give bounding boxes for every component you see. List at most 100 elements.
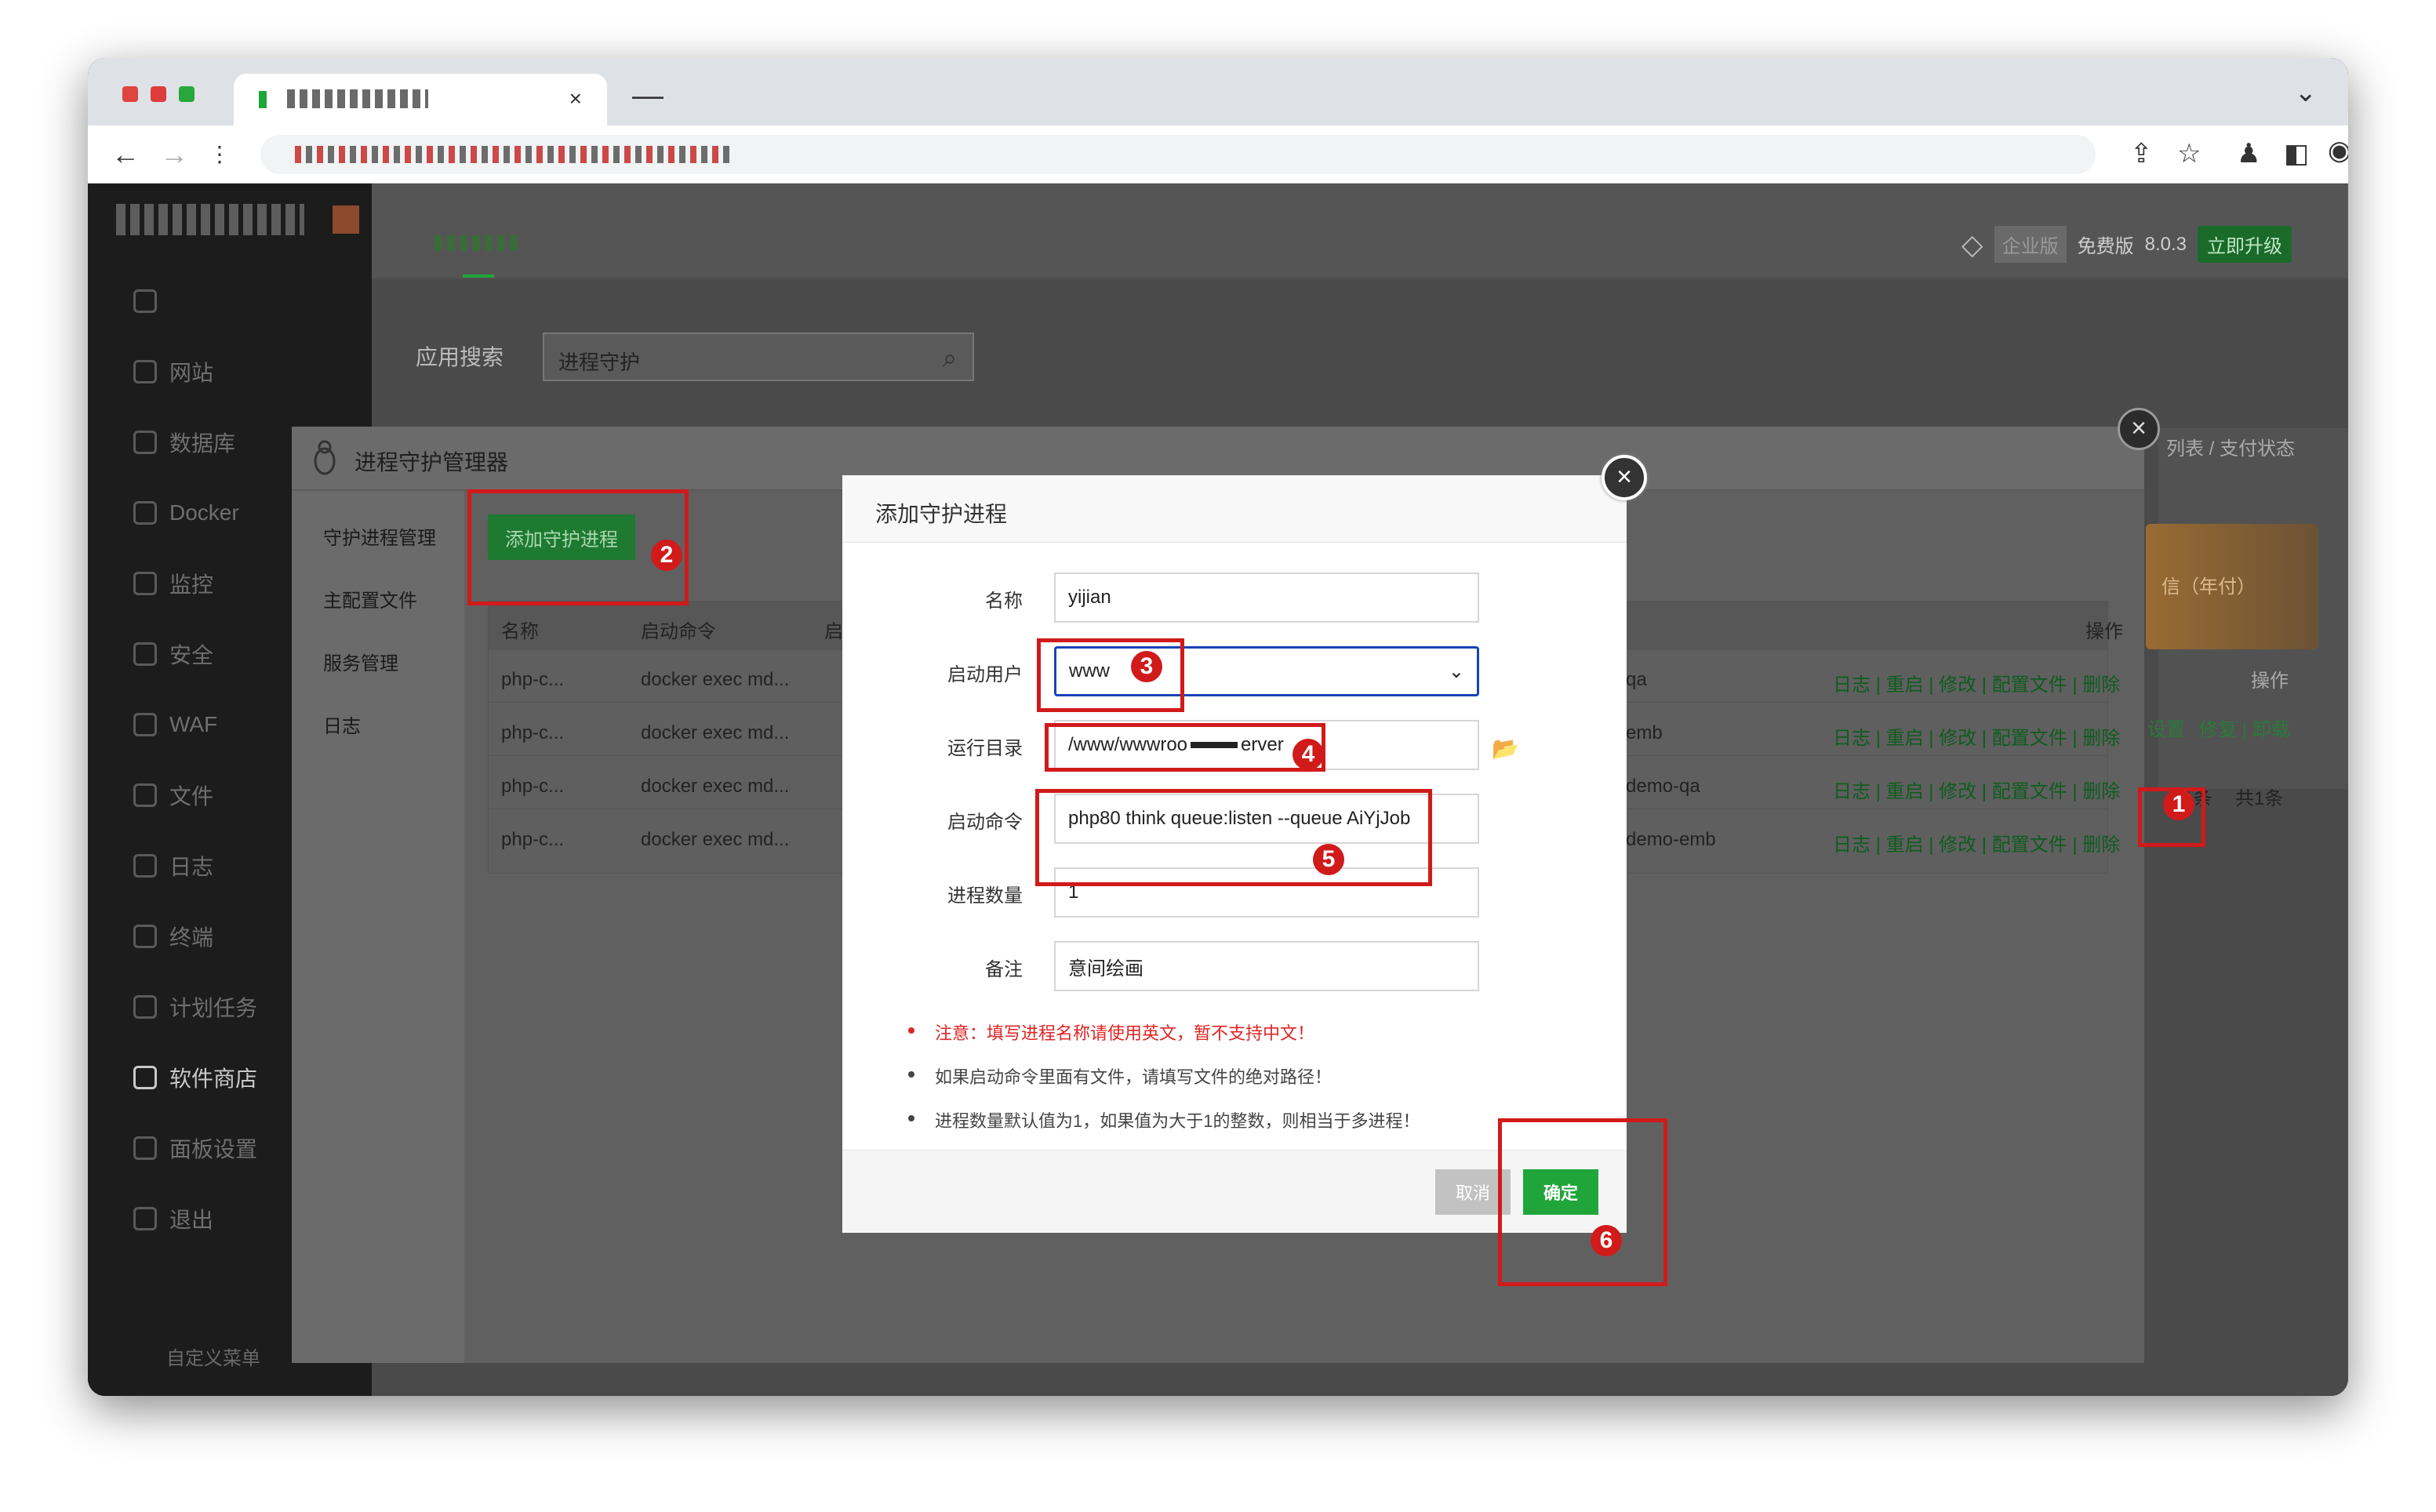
enterprise-badge[interactable]: 企业版 [1994,226,2067,263]
row-actions[interactable]: 日志 | 重启 | 修改 | 配置文件 | 删除 [1833,722,2120,750]
note-warning: 注意：填写进程名称请使用英文，暂不支持中文！ [908,1020,1420,1045]
row-actions[interactable]: 日志 | 重启 | 修改 | 配置文件 | 删除 [1833,829,2120,856]
window-controls [122,86,195,102]
sidebar-item-logs[interactable]: 日志 [133,850,213,881]
row-command: docker exec md... [641,776,790,797]
sidebar-item-files[interactable]: 文件 [133,780,213,811]
minimize-window-button[interactable] [151,86,166,102]
column-header-command: 启动命令 [641,621,716,642]
app-search-label: 应用搜索 [416,345,504,369]
upgrade-button[interactable]: 立即升级 [2198,226,2292,263]
sidebar-item-database[interactable]: 数据库 [133,427,235,458]
menu-item-main-config[interactable]: 主配置文件 [323,585,417,612]
address-bar[interactable] [260,135,2096,174]
name-input[interactable]: yijian [1054,572,1479,623]
highlight-box-3 [1037,638,1184,712]
search-icon[interactable]: ⌕ [943,343,957,373]
share-icon[interactable]: ⇪ [2130,138,2153,169]
sidebar-item-docker[interactable]: Docker [133,497,239,529]
pager-total: 共1条 [2235,788,2284,809]
sidebar-item-label: 文件 [169,784,214,809]
row-command: docker exec md... [641,722,790,743]
step-marker-6: 6 [1591,1225,1622,1256]
command-label: 启动命令 [947,812,1023,833]
name-label: 名称 [985,591,1023,612]
new-tab-button[interactable]: — [632,78,664,114]
side-panel-icon[interactable]: ◧ [2284,138,2309,169]
remark-input[interactable]: 意间绘画 [1054,941,1479,991]
column-header-third: 启 [824,621,843,642]
waf-shield-icon [133,713,157,736]
free-edition-label: 免费版 [2077,236,2134,257]
highlight-box-5 [1035,789,1432,886]
back-arrow-icon[interactable]: ← [111,138,140,171]
dir-label: 运行目录 [947,738,1023,759]
maximize-window-button[interactable] [179,86,195,102]
sidebar-item-logout[interactable]: 退出 [133,1203,213,1234]
row-actions[interactable]: 日志 | 重启 | 修改 | 配置文件 | 删除 [1833,669,2120,696]
name-value: yijian [1068,587,1111,608]
docker-icon [133,501,157,525]
site-info-icon[interactable]: ⋮ [209,141,231,167]
dialog-header: 添加守护进程 [842,475,1627,543]
panel-logo [116,204,304,235]
highlight-box-4 [1045,723,1325,772]
row-actions[interactable]: 日志 | 重启 | 修改 | 配置文件 | 删除 [1833,776,2120,803]
row-name: php-c... [501,669,565,690]
sidebar-item-security[interactable]: 安全 [133,638,213,670]
sidebar-item-panel-settings[interactable]: 面板设置 [133,1132,257,1164]
highlight-box-6 [1498,1118,1667,1286]
top-tab-redacted[interactable] [434,235,521,251]
sidebar-item-home[interactable] [133,285,157,317]
sidebar-item-website[interactable]: 网站 [133,356,213,387]
settings-link[interactable]: 设置 [2147,714,2185,741]
apps-grid-icon [133,1066,157,1089]
sidebar-item-terminal[interactable]: 终端 [133,921,213,952]
browser-tab[interactable]: × [234,74,607,125]
dialog-close-button[interactable]: × [1602,455,1647,500]
extensions-icon[interactable]: ♟ [2237,138,2260,169]
close-window-button[interactable] [122,86,138,102]
sidebar-item-label: 计划任务 [169,996,258,1020]
tab-close-icon[interactable]: × [569,86,582,111]
note-item: 进程数量默认值为1，如果值为大于1的整数，则相当于多进程！ [908,1107,1420,1132]
step-marker-4: 4 [1293,739,1324,770]
folder-icon [133,783,157,807]
tab-bar: × — ⌄ [88,58,2348,125]
folder-open-icon[interactable]: 📂 [1492,736,1519,761]
forward-arrow-icon[interactable]: → [160,138,188,171]
sidebar-item-cron[interactable]: 计划任务 [133,991,257,1023]
row-tail: qa [1626,669,1647,690]
sidebar-item-label: 日志 [169,855,214,879]
calendar-icon [133,995,157,1019]
row-name: php-c... [501,722,565,743]
row-command: docker exec md... [641,829,790,850]
profile-avatar-icon[interactable]: ◉ [2328,135,2348,166]
linux-penguin-icon [314,440,336,475]
promo-banner[interactable]: 信（年付） [2146,524,2318,649]
sidebar-item-waf[interactable]: WAF [133,709,217,740]
step-marker-3: 3 [1131,651,1162,682]
sidebar-item-label: 监控 [169,572,214,597]
sidebar-item-app-store[interactable]: 软件商店 [133,1062,257,1093]
count-label: 进程数量 [947,885,1023,907]
menu-item-logs[interactable]: 日志 [323,711,361,738]
repair-uninstall-links[interactable]: 修复 | 卸载 [2199,714,2290,741]
row-tail: emb [1626,722,1663,743]
globe-icon [133,360,157,383]
note-item: 如果启动命令里面有文件，请填写文件的绝对路径！ [908,1063,1420,1089]
edition-info: ◇ 企业版 免费版 8.0.3 立即升级 [1962,226,2292,263]
dialog-title: 添加守护进程 [875,502,1008,526]
app-search-input[interactable]: 进程守护 ⌕ [543,333,974,381]
sidebar-item-monitor[interactable]: 监控 [133,568,213,599]
custom-menu-link[interactable]: 自定义菜单 [166,1343,260,1370]
modal-close-button[interactable]: × [2118,408,2160,450]
row-command: docker exec md... [641,669,790,690]
modal-title: 进程守护管理器 [354,450,509,474]
bookmark-star-icon[interactable]: ☆ [2177,138,2201,169]
menu-item-process-management[interactable]: 守护进程管理 [323,522,436,550]
tab-search-chevron-icon[interactable]: ⌄ [2295,77,2318,108]
step-marker-5: 5 [1313,844,1344,875]
menu-item-service-management[interactable]: 服务管理 [323,648,398,675]
column-header-name: 名称 [501,621,539,642]
